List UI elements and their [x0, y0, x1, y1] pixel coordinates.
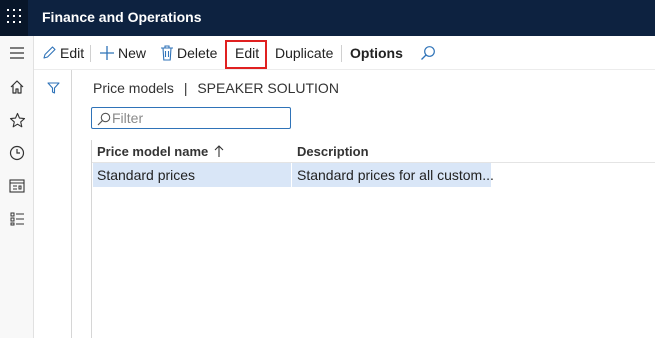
hamburger-icon[interactable] — [6, 42, 28, 64]
edit-mode-label: Edit — [60, 45, 85, 61]
column-header-label: Price model name — [97, 143, 209, 159]
home-icon[interactable] — [6, 76, 28, 98]
delete-button[interactable]: Delete — [160, 36, 217, 70]
trash-icon — [161, 45, 173, 61]
new-button[interactable]: New — [99, 36, 146, 70]
sort-arrow-icon — [214, 144, 224, 157]
cell-description[interactable]: Standard prices for all custom... — [297, 167, 494, 183]
app-launcher-button[interactable] — [0, 0, 28, 36]
main-content: Price models | SPEAKER SOLUTION Price mo… — [72, 70, 655, 338]
breadcrumb-separator: | — [183, 80, 188, 96]
column-header-label: Description — [297, 143, 369, 159]
breadcrumb: Price models | SPEAKER SOLUTION — [93, 80, 339, 96]
column-divider — [291, 163, 292, 187]
workspace-icon[interactable] — [6, 175, 28, 197]
options-label: Options — [350, 45, 403, 61]
column-header-price-model-name[interactable]: Price model name — [97, 140, 224, 162]
app-title: Finance and Operations — [42, 9, 202, 25]
column-header-description[interactable]: Description — [297, 140, 369, 162]
action-bar: Edit New Delete Edit Duplicate Options — [34, 36, 655, 70]
cell-price-model-name[interactable]: Standard prices — [97, 167, 195, 183]
price-models-grid: Price model name Description Standard pr… — [91, 140, 655, 338]
options-tab[interactable]: Options — [350, 36, 403, 70]
edit-label: Edit — [235, 45, 260, 61]
edit-button[interactable]: Edit — [235, 45, 259, 61]
duplicate-label: Duplicate — [275, 45, 334, 61]
breadcrumb-company: SPEAKER SOLUTION — [197, 80, 339, 96]
filter-field[interactable] — [91, 107, 291, 129]
delete-label: Delete — [177, 45, 218, 61]
duplicate-button[interactable]: Duplicate — [275, 36, 333, 70]
divider — [90, 45, 91, 62]
star-icon[interactable] — [6, 109, 28, 131]
navigation-rail — [0, 36, 34, 338]
new-label: New — [118, 45, 147, 61]
filter-input[interactable] — [112, 109, 287, 127]
funnel-icon[interactable] — [47, 81, 60, 97]
plus-icon — [100, 46, 114, 60]
divider — [341, 45, 342, 62]
search-icon — [97, 112, 111, 126]
clock-icon[interactable] — [6, 142, 28, 164]
search-button[interactable] — [420, 36, 439, 70]
pencil-icon — [43, 46, 56, 59]
waffle-icon — [7, 9, 21, 23]
filter-pane — [34, 70, 72, 338]
top-bar: Finance and Operations — [0, 0, 655, 36]
breadcrumb-entity: Price models — [93, 80, 174, 96]
search-icon — [421, 46, 435, 60]
list-icon[interactable] — [6, 208, 28, 230]
edit-mode-button[interactable]: Edit — [41, 36, 84, 70]
